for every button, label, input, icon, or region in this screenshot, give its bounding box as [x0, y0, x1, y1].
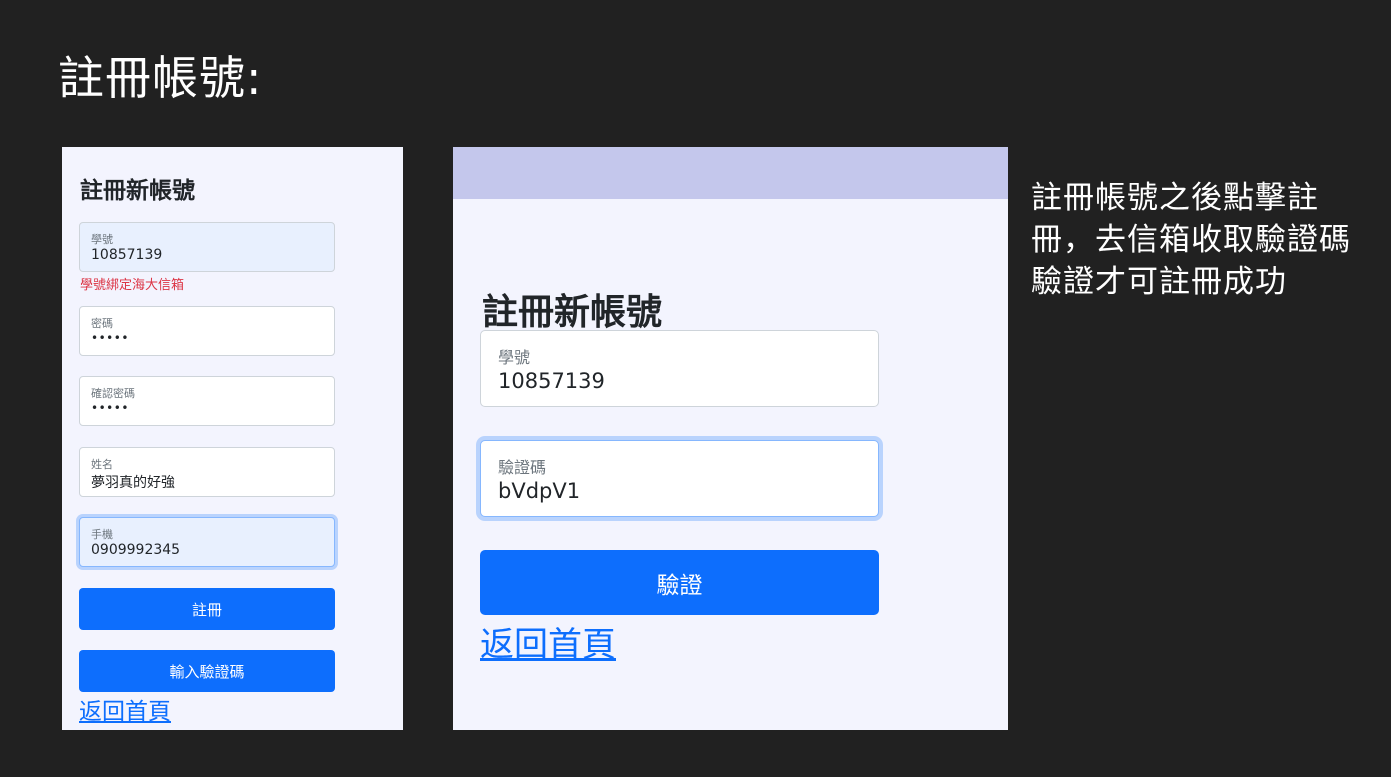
register-button[interactable]: 註冊	[79, 588, 335, 630]
phone-field[interactable]: 手機 0909992345	[79, 517, 335, 567]
student-id-hint: 學號綁定海大信箱	[80, 278, 185, 293]
student-id-field[interactable]: 學號 10857139	[79, 222, 335, 272]
password-label: 密碼	[91, 317, 113, 330]
phone-label: 手機	[91, 528, 113, 541]
student-id-value: 10857139	[91, 247, 163, 263]
enter-code-button[interactable]: 輸入驗證碼	[79, 650, 335, 692]
verify-button[interactable]: 驗證	[480, 550, 879, 615]
verification-code-value: bVdpV1	[498, 479, 581, 503]
password-field[interactable]: 密碼 •••••	[79, 306, 335, 356]
register-form-screenshot: 註冊新帳號 學號 10857139 學號綁定海大信箱 密碼 ••••• 確認密碼…	[62, 147, 403, 730]
student-id-label: 學號	[498, 348, 531, 367]
name-label: 姓名	[91, 458, 113, 471]
password-value: •••••	[91, 331, 129, 345]
verify-form-screenshot: 註冊新帳號 學號 10857139 驗證碼 bVdpV1 驗證 返回首頁	[453, 147, 1008, 730]
back-home-link[interactable]: 返回首頁	[480, 617, 616, 666]
slide-title: 註冊帳號:	[58, 51, 263, 105]
phone-value: 0909992345	[91, 542, 181, 558]
form-title: 註冊新帳號	[482, 292, 663, 333]
header-bar	[453, 147, 1008, 199]
instruction-note: 註冊帳號之後點擊註冊，去信箱收取驗證碼驗證才可註冊成功	[1031, 180, 1351, 300]
name-value: 夢羽真的好強	[91, 475, 175, 491]
verification-code-field[interactable]: 驗證碼 bVdpV1	[480, 440, 879, 517]
name-field[interactable]: 姓名 夢羽真的好強	[79, 447, 335, 497]
student-id-value: 10857139	[498, 369, 605, 393]
back-home-link[interactable]: 返回首頁	[79, 692, 171, 726]
confirm-password-value: •••••	[91, 401, 129, 415]
student-id-field[interactable]: 學號 10857139	[480, 330, 879, 407]
form-title: 註冊新帳號	[80, 178, 195, 204]
student-id-label: 學號	[91, 233, 113, 246]
verification-code-label: 驗證碼	[498, 458, 547, 477]
confirm-password-field[interactable]: 確認密碼 •••••	[79, 376, 335, 426]
confirm-password-label: 確認密碼	[91, 387, 135, 400]
slide: 註冊帳號: 註冊新帳號 學號 10857139 學號綁定海大信箱 密碼 ••••…	[0, 0, 1391, 777]
